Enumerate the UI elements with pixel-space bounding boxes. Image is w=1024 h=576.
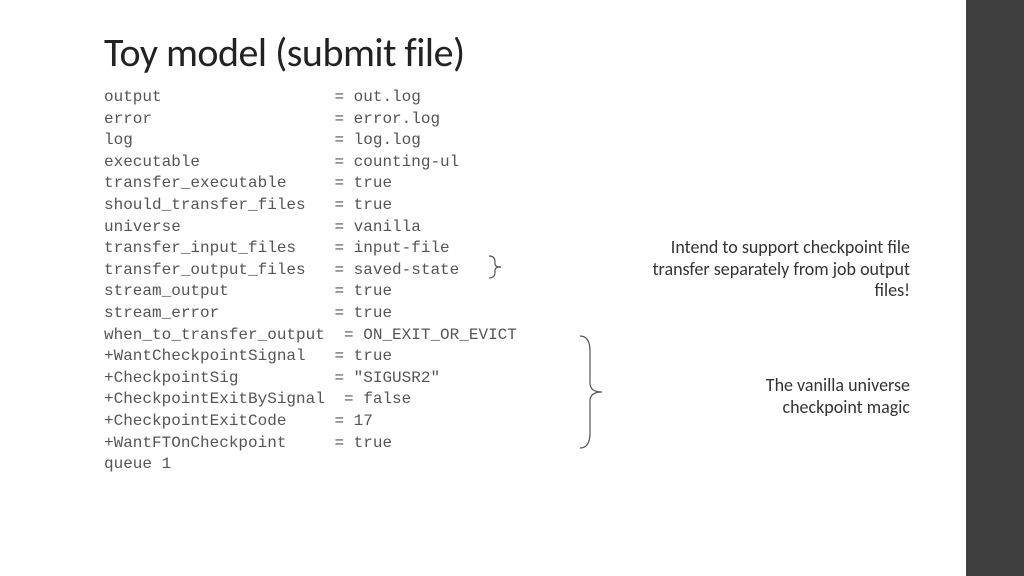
- annotation-checkpoint-transfer: Intend to support checkpoint file transf…: [650, 237, 910, 302]
- brace-icon: [487, 254, 505, 280]
- side-accent-bar: [966, 0, 1024, 576]
- brace-icon: [578, 333, 606, 451]
- annotation-vanilla-magic: The vanilla universe checkpoint magic: [690, 375, 910, 418]
- slide-title: Toy model (submit file): [104, 28, 960, 77]
